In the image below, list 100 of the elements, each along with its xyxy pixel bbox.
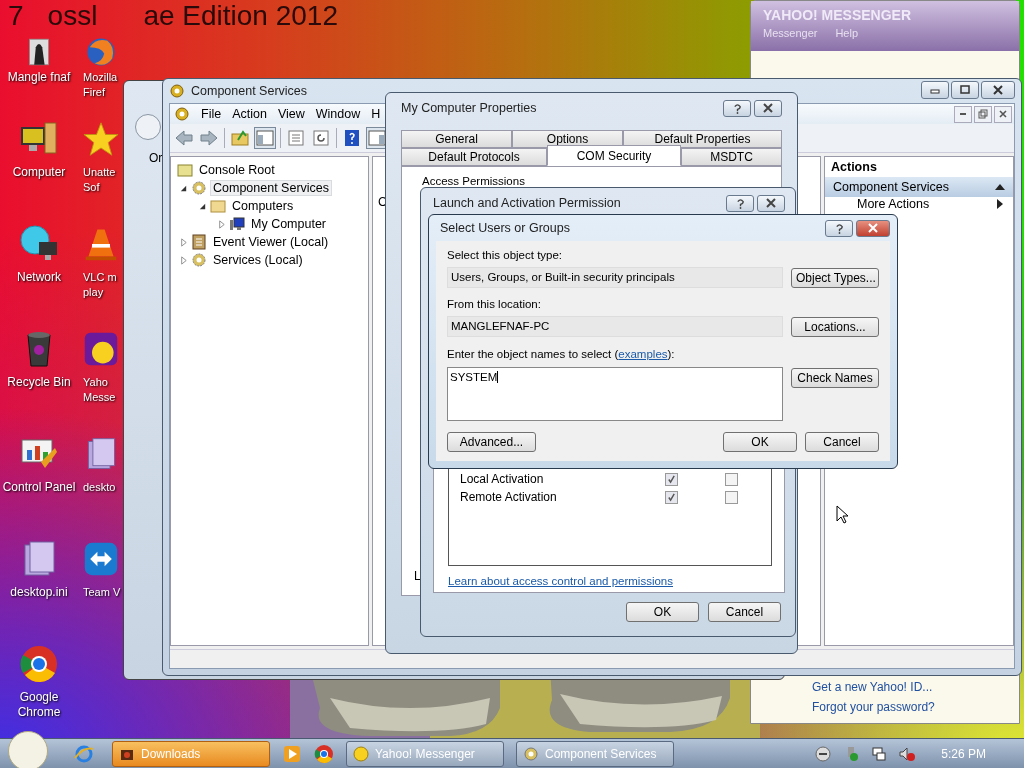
start-button[interactable] <box>8 730 48 768</box>
close-icon <box>867 223 879 233</box>
close-button[interactable] <box>994 105 1012 123</box>
menu-item[interactable]: View <box>277 107 305 121</box>
browser-icon[interactable] <box>314 743 334 764</box>
tree-item[interactable]: Component Services <box>210 180 333 196</box>
wallpaper-text: ossl <box>47 0 98 32</box>
tree-item[interactable]: My Computer <box>248 216 330 232</box>
permission-name: Remote Activation <box>460 490 558 504</box>
section-header[interactable]: Component Services <box>825 177 1013 197</box>
icon-label: Team V <box>83 585 121 600</box>
expand-arrow-icon[interactable] <box>179 237 188 247</box>
tree-item[interactable]: Services (Local) <box>210 252 306 268</box>
check-names-button[interactable]: Check Names <box>791 368 879 388</box>
icon-label: deskto <box>83 480 116 495</box>
minimize-button[interactable] <box>954 105 972 123</box>
tab[interactable]: Options <box>512 130 623 148</box>
collapse-arrow-icon[interactable] <box>995 184 1005 190</box>
maximize-icon <box>959 85 971 95</box>
allow-checkbox[interactable] <box>665 472 678 486</box>
link[interactable]: Forgot your password? <box>812 700 1019 714</box>
restore-icon <box>978 109 988 119</box>
group-label: L <box>414 569 421 583</box>
dialog-title: My Computer Properties <box>401 101 537 115</box>
maximize-button[interactable] <box>951 81 979 99</box>
folder-up-icon[interactable] <box>230 128 250 148</box>
field-label: Enter the object names to select (examples): <box>447 348 676 362</box>
menu-item[interactable]: H <box>371 107 381 121</box>
tab[interactable]: Default Properties <box>623 130 782 148</box>
examples-link[interactable]: examples <box>618 348 668 360</box>
forward-arrow-icon[interactable] <box>199 128 219 148</box>
help-button[interactable] <box>825 219 853 237</box>
close-button[interactable] <box>757 194 785 212</box>
menu-item[interactable]: Window <box>315 107 361 121</box>
help-icon[interactable] <box>342 128 362 148</box>
object-names-field[interactable]: SYSTEM <box>447 367 783 421</box>
folder-icon <box>177 162 193 178</box>
ok-button[interactable]: OK <box>723 432 797 452</box>
deny-checkbox[interactable] <box>725 490 738 504</box>
collapse-arrow-icon[interactable] <box>198 201 207 211</box>
help-button[interactable] <box>723 99 751 117</box>
icon-label: Network <box>17 270 61 285</box>
tree-item[interactable]: Event Viewer (Local) <box>210 234 332 250</box>
permission-name: Local Activation <box>460 472 545 486</box>
ok-button[interactable]: OK <box>626 602 699 622</box>
help-link[interactable]: Learn about access control and permissions <box>448 575 772 587</box>
allow-checkbox[interactable] <box>665 490 678 504</box>
pane-header: Actions <box>830 159 878 176</box>
collapse-arrow-icon[interactable] <box>179 183 188 193</box>
media-player-icon[interactable] <box>282 743 302 764</box>
tab[interactable]: General <box>401 130 512 148</box>
close-button[interactable] <box>856 219 890 237</box>
icon-label: Mangle fnaf <box>7 70 71 85</box>
tree-item[interactable]: Console Root <box>196 162 278 178</box>
close-button[interactable] <box>981 81 1015 99</box>
log-book-icon <box>191 234 207 250</box>
panel-toggle-icon[interactable] <box>367 128 387 148</box>
minimize-button[interactable] <box>921 81 949 99</box>
back-arrow-icon[interactable] <box>174 128 194 148</box>
wallpaper-text: ae Edition 2012 <box>143 0 338 32</box>
speaker-muted-icon[interactable] <box>899 745 916 762</box>
refresh-icon[interactable] <box>311 128 331 148</box>
dialog-title: Select Users or Groups <box>439 221 570 235</box>
gear-icon <box>174 106 190 122</box>
section-title: Component Services <box>833 180 950 194</box>
object-types-button[interactable]: Object Types... <box>791 268 879 288</box>
icon-label: Control Panel <box>2 480 76 495</box>
locations-button[interactable]: Locations... <box>791 317 879 337</box>
tab[interactable]: COM Security <box>547 145 681 166</box>
link[interactable]: Get a new Yahoo! ID... <box>812 680 1019 694</box>
close-icon <box>992 85 1004 95</box>
close-icon <box>765 198 777 208</box>
cancel-button[interactable]: Cancel <box>805 432 879 452</box>
folder-icon <box>210 198 226 214</box>
expand-arrow-icon[interactable] <box>179 255 188 265</box>
icon-label: Yaho Messe <box>83 375 116 405</box>
tab[interactable]: Default Protocols <box>401 148 547 166</box>
advanced-button[interactable]: Advanced... <box>447 432 536 452</box>
star-icon[interactable] <box>83 119 119 159</box>
close-button[interactable] <box>754 99 782 117</box>
gear-icon <box>523 745 539 762</box>
browser-icon[interactable] <box>19 644 59 684</box>
field-label: From this location: <box>447 298 542 312</box>
menu-item[interactable]: Action <box>232 107 267 121</box>
deny-checkbox[interactable] <box>725 472 738 486</box>
panel-toggle-icon[interactable] <box>255 128 275 148</box>
network-icon[interactable] <box>871 745 888 762</box>
help-button[interactable] <box>726 194 754 212</box>
tab[interactable]: MSDTC <box>681 148 782 166</box>
restore-button[interactable] <box>974 105 992 123</box>
gear-icon <box>191 180 207 196</box>
icon-label: Mozilla Firef <box>83 70 118 100</box>
action-item[interactable]: More Actions <box>857 197 930 211</box>
cancel-button[interactable]: Cancel <box>708 602 781 622</box>
help-icon <box>732 102 742 114</box>
object-type-field: Users, Groups, or Built-in security principals <box>447 267 783 288</box>
expand-arrow-icon[interactable] <box>217 219 226 229</box>
group-label: Access Permissions <box>422 175 525 187</box>
menu-item[interactable]: File <box>201 107 222 121</box>
tree-item[interactable]: Computers <box>229 198 297 214</box>
